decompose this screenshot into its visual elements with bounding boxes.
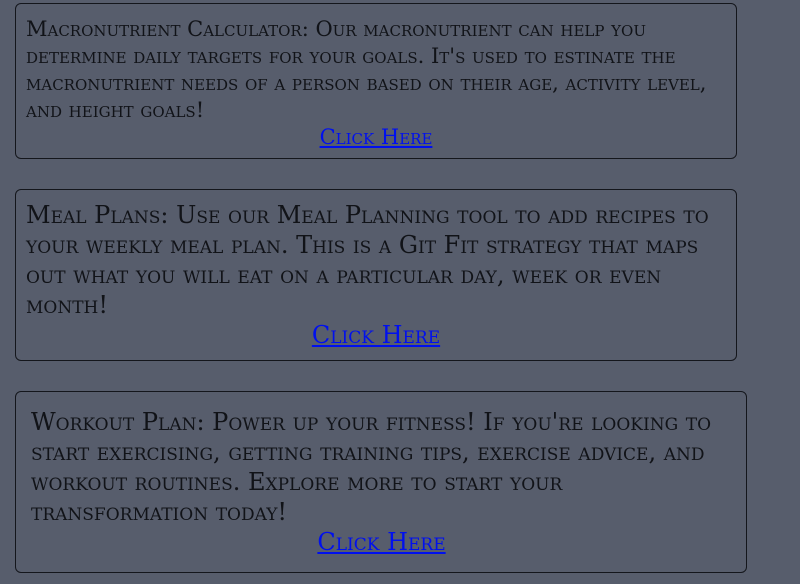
macronutrient-calculator-link[interactable]: Click Here — [320, 125, 433, 149]
meal-plans-card: Meal Plans: Use our Meal Planning tool t… — [15, 189, 737, 361]
meal-plans-link[interactable]: Click Here — [312, 321, 440, 349]
workout-plan-link[interactable]: Click Here — [317, 528, 445, 556]
macronutrient-calculator-link-row: Click Here — [26, 124, 726, 151]
meal-plans-description: Meal Plans: Use our Meal Planning tool t… — [26, 201, 709, 319]
workout-plan-card: Workout Plan: Power up your fitness! If … — [15, 391, 747, 573]
macronutrient-calculator-description: Macronutrient Calculator: Our macronutri… — [26, 17, 707, 122]
macronutrient-calculator-card: Macronutrient Calculator: Our macronutri… — [15, 3, 737, 159]
meal-plans-link-row: Click Here — [26, 320, 726, 350]
workout-plan-description: Workout Plan: Power up your fitness! If … — [31, 408, 712, 526]
workout-plan-link-row: Click Here — [31, 527, 732, 557]
